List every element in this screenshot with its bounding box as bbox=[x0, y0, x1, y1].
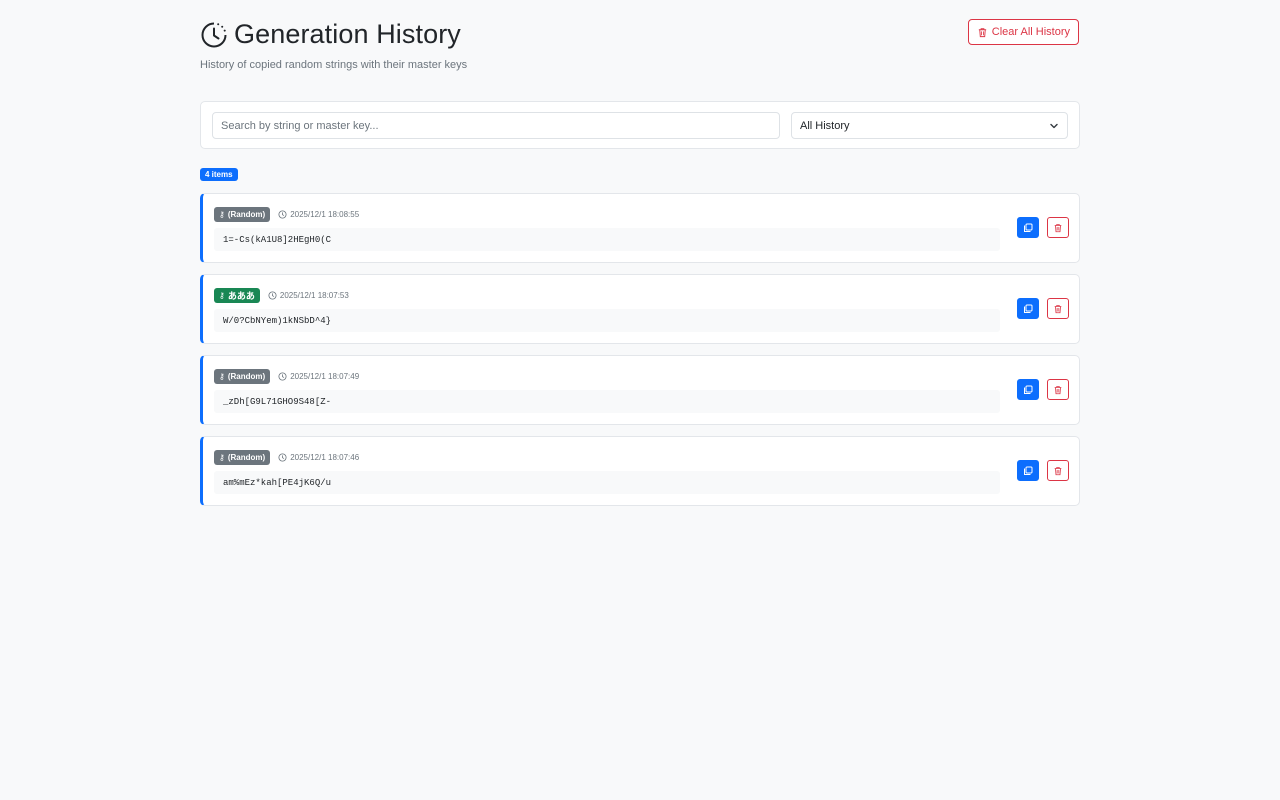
history-filter-value: All History bbox=[800, 119, 850, 132]
page-header: Generation History History of copied ran… bbox=[200, 19, 1080, 99]
history-item-meta: ⚷ あああ 2025/12/1 18:07:53 bbox=[214, 288, 1067, 303]
delete-button[interactable] bbox=[1047, 217, 1069, 238]
history-item: ⚷ (Random) 2025/12/1 18:07:46 am%mEz*kah… bbox=[200, 436, 1080, 506]
timestamp-text: 2025/12/1 18:08:55 bbox=[290, 210, 360, 219]
timestamp-text: 2025/12/1 18:07:49 bbox=[290, 372, 360, 381]
master-key-label: (Random) bbox=[227, 372, 266, 381]
page-container: Generation History History of copied ran… bbox=[200, 16, 1080, 517]
master-key-badge: ⚷ あああ bbox=[214, 288, 260, 303]
copy-icon bbox=[1024, 304, 1033, 313]
item-actions bbox=[1017, 298, 1069, 319]
trash-icon bbox=[1054, 304, 1062, 313]
trash-icon bbox=[1054, 466, 1062, 475]
history-item-meta: ⚷ (Random) 2025/12/1 18:07:46 bbox=[214, 450, 1067, 465]
delete-button[interactable] bbox=[1047, 460, 1069, 481]
history-item: ⚷ あああ 2025/12/1 18:07:53 W/0?CbNYem)1kNS… bbox=[200, 274, 1080, 344]
trash-icon bbox=[1054, 385, 1062, 394]
master-key-label: あああ bbox=[227, 291, 255, 301]
history-item-meta: ⚷ (Random) 2025/12/1 18:08:55 bbox=[214, 207, 1067, 222]
history-item: ⚷ (Random) 2025/12/1 18:07:49 _zDh[G9L71… bbox=[200, 355, 1080, 425]
copy-button[interactable] bbox=[1017, 379, 1039, 400]
clock-icon bbox=[278, 453, 287, 462]
timestamp: 2025/12/1 18:08:55 bbox=[278, 210, 359, 219]
trash-icon bbox=[978, 27, 986, 37]
copy-icon bbox=[1024, 223, 1033, 232]
key-icon: ⚷ bbox=[219, 210, 225, 219]
title-row: Generation History bbox=[200, 19, 1080, 50]
page-subtitle: History of copied random strings with th… bbox=[200, 59, 468, 71]
history-item-meta: ⚷ (Random) 2025/12/1 18:07:49 bbox=[214, 369, 1067, 384]
timestamp: 2025/12/1 18:07:53 bbox=[268, 291, 349, 300]
copy-icon bbox=[1024, 385, 1033, 394]
clock-icon bbox=[278, 372, 287, 381]
key-icon: ⚷ bbox=[219, 453, 225, 462]
clear-all-history-label: Clear All History bbox=[991, 26, 1070, 38]
master-key-label: (Random) bbox=[227, 453, 266, 462]
item-actions bbox=[1017, 217, 1069, 238]
page-title: Generation History bbox=[234, 19, 461, 49]
generated-string: 1=-Cs(kA1U8]2HEgH0(C bbox=[214, 228, 1000, 251]
item-actions bbox=[1017, 460, 1069, 481]
timestamp: 2025/12/1 18:07:46 bbox=[278, 453, 359, 462]
timestamp-text: 2025/12/1 18:07:53 bbox=[279, 291, 349, 300]
delete-button[interactable] bbox=[1047, 298, 1069, 319]
history-filter-select[interactable]: All History bbox=[791, 112, 1068, 139]
item-actions bbox=[1017, 379, 1069, 400]
master-key-label: (Random) bbox=[227, 210, 266, 219]
master-key-badge: ⚷ (Random) bbox=[214, 450, 271, 465]
master-key-badge: ⚷ (Random) bbox=[214, 207, 271, 222]
trash-icon bbox=[1054, 223, 1062, 232]
copy-icon bbox=[1024, 466, 1033, 475]
search-input[interactable] bbox=[212, 112, 780, 139]
generated-string: am%mEz*kah[PE4jK6Q/u bbox=[214, 471, 1000, 494]
clock-history-icon bbox=[200, 21, 228, 49]
chevron-down-icon bbox=[1050, 123, 1058, 128]
history-item: ⚷ (Random) 2025/12/1 18:08:55 1=-Cs(kA1U… bbox=[200, 193, 1080, 263]
key-icon: ⚷ bbox=[219, 291, 225, 300]
timestamp: 2025/12/1 18:07:49 bbox=[278, 372, 359, 381]
delete-button[interactable] bbox=[1047, 379, 1069, 400]
clock-icon bbox=[268, 291, 277, 300]
filter-card: All History bbox=[200, 101, 1080, 149]
key-icon: ⚷ bbox=[219, 372, 225, 381]
copy-button[interactable] bbox=[1017, 298, 1039, 319]
history-list: ⚷ (Random) 2025/12/1 18:08:55 1=-Cs(kA1U… bbox=[200, 193, 1080, 506]
generated-string: W/0?CbNYem)1kNSbD^4} bbox=[214, 309, 1000, 332]
timestamp-text: 2025/12/1 18:07:46 bbox=[290, 453, 360, 462]
copy-button[interactable] bbox=[1017, 217, 1039, 238]
copy-button[interactable] bbox=[1017, 460, 1039, 481]
master-key-badge: ⚷ (Random) bbox=[214, 369, 271, 384]
clock-icon bbox=[278, 210, 287, 219]
clear-all-history-button[interactable]: Clear All History bbox=[967, 19, 1079, 45]
generated-string: _zDh[G9L71GHO9S48[Z- bbox=[214, 390, 1000, 413]
item-count-badge: 4 items bbox=[200, 168, 238, 181]
